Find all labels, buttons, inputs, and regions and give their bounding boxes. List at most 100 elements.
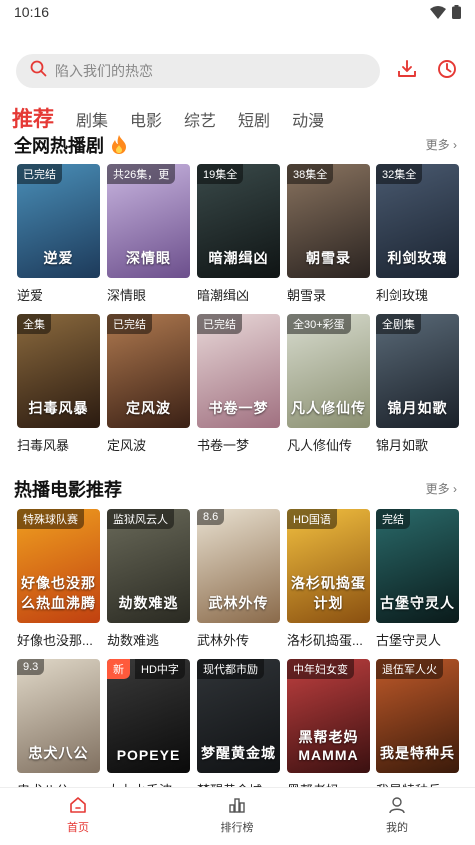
media-card[interactable]: 已完结 逆爱 逆爱 <box>17 164 100 304</box>
nav-profile[interactable]: 我的 <box>357 794 437 835</box>
poster-image[interactable]: 32集全利剑玫瑰 <box>376 164 459 278</box>
user-icon <box>357 794 437 816</box>
section-title-text: 全网热播剧 <box>14 136 104 156</box>
status-bar: 10:16 <box>0 0 475 26</box>
nav-label: 我的 <box>386 822 408 834</box>
media-card[interactable]: 全剧集锦月如歌 锦月如歌 <box>376 314 459 454</box>
poster-title-art: 深情眼 <box>126 250 171 266</box>
media-card[interactable]: HD国语 洛杉矶捣蛋计划 洛杉矶捣蛋... <box>287 509 370 649</box>
poster-image[interactable]: 共26集，更 深情眼 <box>107 164 190 278</box>
media-card[interactable]: 全集 扫毒风暴 扫毒风暴 <box>17 314 100 454</box>
card-title: 书卷一梦 <box>197 438 250 453</box>
media-row: 全集 扫毒风暴 扫毒风暴 已完结 定风波 定风波 已完结 书卷一梦 书卷一梦 全30+彩蛋 凡人修仙… <box>17 314 459 456</box>
media-row: 特殊球队赛 好像也没那么热血沸腾 好像也没那... 监狱风云人 劫数难逃劫数难逃 8.6 武… <box>17 509 459 651</box>
download-icon <box>397 59 417 84</box>
poster-title-art: 朝雪录 <box>306 250 351 266</box>
poster-image[interactable]: 已完结 定风波 <box>107 314 190 428</box>
media-card[interactable]: 已完结 定风波 定风波 <box>107 314 190 454</box>
media-card[interactable]: 已完结 书卷一梦 书卷一梦 <box>197 314 280 454</box>
more-link[interactable]: 更多 › <box>426 136 457 153</box>
media-card[interactable]: 19集全 暗潮缉凶 暗潮缉凶 <box>197 164 280 304</box>
media-card[interactable]: 全30+彩蛋 凡人修仙传 凡人修仙传 <box>287 314 370 454</box>
tab-variety[interactable]: 综艺 <box>184 110 216 134</box>
poster-image[interactable]: 38集全朝雪录 <box>287 164 370 278</box>
poster-title-art: POPEYE <box>116 747 181 763</box>
chart-bars-icon <box>197 794 277 816</box>
poster-title-art: 好像也没那么热血沸腾 <box>21 575 96 611</box>
media-card[interactable]: 现代都市励梦醒黄金城梦醒黄金城 <box>197 659 280 799</box>
status-badge: 全剧集 <box>376 314 421 334</box>
status-badge: 现代都市励 <box>197 659 264 679</box>
tab-movies[interactable]: 电影 <box>130 110 162 134</box>
tab-series[interactable]: 剧集 <box>76 110 108 134</box>
battery-icon <box>452 5 461 24</box>
poster-title-art: 梦醒黄金城 <box>201 745 276 761</box>
poster-image[interactable]: 退伍军人火 我是特种兵 <box>376 659 459 773</box>
nav-home[interactable]: 首页 <box>38 794 118 835</box>
poster-image[interactable]: 特殊球队赛 好像也没那么热血沸腾 <box>17 509 100 623</box>
nav-ranking[interactable]: 排行榜 <box>197 794 277 835</box>
poster-title-art: 扫毒风暴 <box>28 400 89 416</box>
poster-image[interactable]: 19集全 暗潮缉凶 <box>197 164 280 278</box>
poster-title-art: 我是特种兵 <box>380 745 455 761</box>
media-card[interactable]: 共26集，更 深情眼 深情眼 <box>107 164 190 304</box>
status-badge: 8.6 <box>197 509 225 525</box>
card-title: 定风波 <box>107 438 147 453</box>
poster-image[interactable]: 现代都市励梦醒黄金城 <box>197 659 280 773</box>
poster-title-art: 洛杉矶捣蛋计划 <box>291 575 366 611</box>
poster-title-art: 武林外传 <box>208 595 269 611</box>
status-badge: 32集全 <box>376 164 423 184</box>
status-badge: 38集全 <box>287 164 334 184</box>
poster-image[interactable]: 完结 古堡守灵人 <box>376 509 459 623</box>
poster-title-art: 凡人修仙传 <box>291 400 366 416</box>
history-button[interactable] <box>435 59 459 83</box>
card-title: 深情眼 <box>107 288 147 303</box>
tab-short-drama[interactable]: 短剧 <box>238 110 270 134</box>
media-card[interactable]: 中年妇女变黑帮老妈 MAMMA黑帮老妈 <box>287 659 370 799</box>
media-card[interactable]: 9.3 忠犬八公忠犬八公 <box>17 659 100 799</box>
section-hot-movies-header: 热播电影推荐 更多 › <box>14 476 459 500</box>
status-badge: 中年妇女变 <box>287 659 354 679</box>
card-title: 劫数难逃 <box>107 633 160 648</box>
media-card[interactable]: 8.6 武林外传 武林外传 <box>197 509 280 649</box>
status-badge: 19集全 <box>197 164 244 184</box>
tab-recommend[interactable]: 推荐 <box>12 106 54 134</box>
card-title: 扫毒风暴 <box>17 438 70 453</box>
poster-image[interactable]: 中年妇女变 黑帮老妈 MAMMA <box>287 659 370 773</box>
media-card[interactable]: 退伍军人火我是特种兵我是特种兵... <box>376 659 459 799</box>
poster-image[interactable]: 已完结 逆爱 <box>17 164 100 278</box>
tab-anime[interactable]: 动漫 <box>292 110 324 134</box>
poster-image[interactable]: 全剧集锦月如歌 <box>376 314 459 428</box>
media-card[interactable]: 监狱风云人 劫数难逃劫数难逃 <box>107 509 190 649</box>
download-button[interactable] <box>395 59 419 83</box>
media-card[interactable]: 完结 古堡守灵人古堡守灵人 <box>376 509 459 649</box>
clock-icon <box>437 59 457 84</box>
poster-image[interactable]: 监狱风云人 劫数难逃 <box>107 509 190 623</box>
poster-title-art: 逆爱 <box>43 250 74 266</box>
poster-image[interactable]: 全集 扫毒风暴 <box>17 314 100 428</box>
poster-image[interactable]: 新 HD中字 POPEYE <box>107 659 190 773</box>
poster-image[interactable]: 全30+彩蛋 凡人修仙传 <box>287 314 370 428</box>
card-title: 古堡守灵人 <box>376 633 442 648</box>
more-label: 更多 <box>425 482 450 496</box>
media-card[interactable]: 新HD中字POPEYE大力水手波... <box>107 659 190 799</box>
poster-image[interactable]: 8.6 武林外传 <box>197 509 280 623</box>
poster-title-art: 书卷一梦 <box>208 400 269 416</box>
more-link[interactable]: 更多 › <box>426 480 457 497</box>
poster-image[interactable]: HD国语 洛杉矶捣蛋计划 <box>287 509 370 623</box>
poster-image[interactable]: 已完结 书卷一梦 <box>197 314 280 428</box>
chevron-right-icon: › <box>453 482 457 496</box>
poster-title-art: 定风波 <box>126 400 171 416</box>
media-card[interactable]: 特殊球队赛 好像也没那么热血沸腾 好像也没那... <box>17 509 100 649</box>
status-badge: 9.3 <box>17 659 45 675</box>
card-title: 凡人修仙传 <box>287 438 353 453</box>
search-input[interactable]: 陷入我们的热恋 <box>16 54 380 88</box>
media-card[interactable]: 38集全朝雪录 朝雪录 <box>287 164 370 304</box>
poster-title-art: 利剑玫瑰 <box>387 250 448 266</box>
poster-title-art: 锦月如歌 <box>387 400 448 416</box>
media-card[interactable]: 32集全利剑玫瑰 利剑玫瑰 <box>376 164 459 304</box>
poster-image[interactable]: 9.3 忠犬八公 <box>17 659 100 773</box>
chevron-right-icon: › <box>453 138 457 152</box>
search-icon <box>30 60 47 82</box>
home-icon <box>38 794 118 816</box>
